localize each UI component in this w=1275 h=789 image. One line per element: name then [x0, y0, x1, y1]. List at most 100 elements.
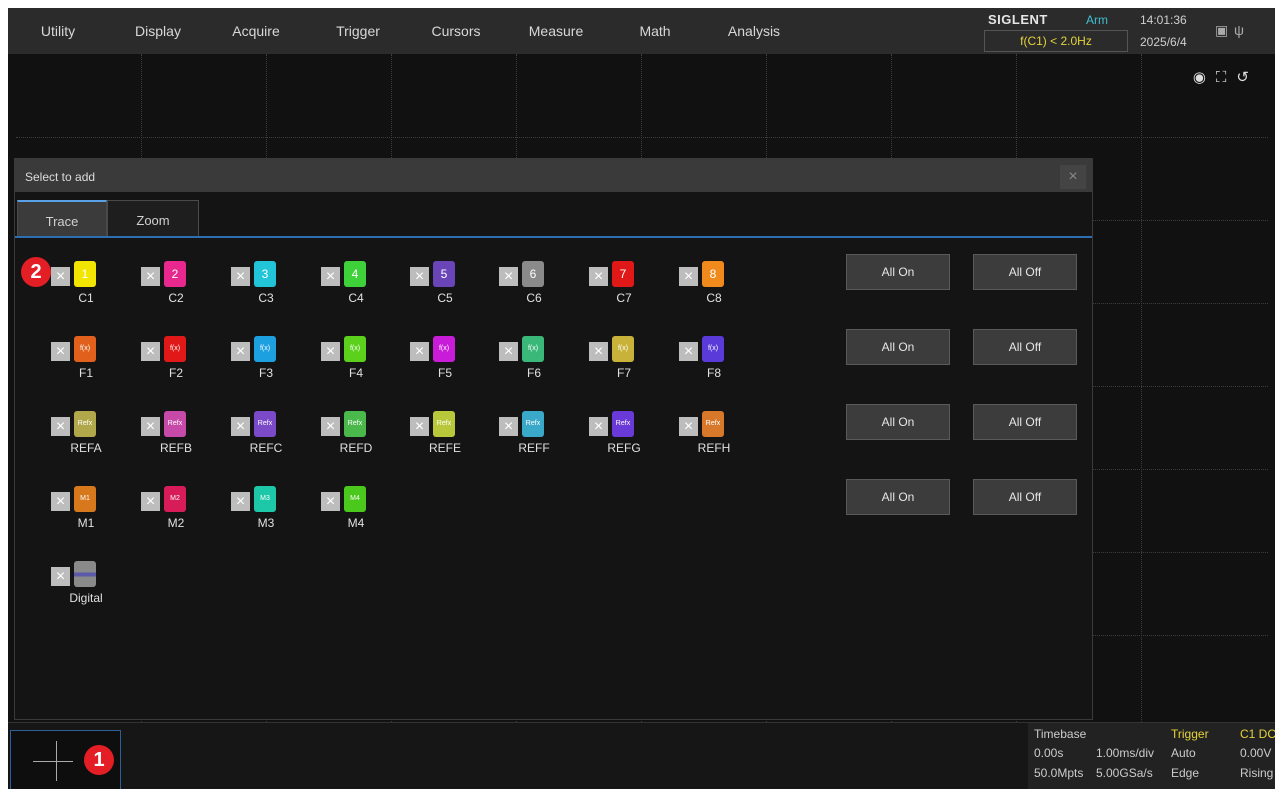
trace-item-f3[interactable]: × f(x) F3	[231, 336, 301, 384]
trace-badge-icon[interactable]: Refx	[344, 411, 366, 437]
trace-item-c7[interactable]: × 7 C7	[589, 261, 659, 309]
all-on-button[interactable]: All On	[846, 479, 950, 515]
trace-badge-icon[interactable]: 5	[433, 261, 455, 287]
trace-badge-icon[interactable]: 1	[74, 261, 96, 287]
all-off-button[interactable]: All Off	[973, 329, 1077, 365]
checkbox[interactable]: ×	[410, 267, 429, 286]
trace-badge-icon[interactable]: 3	[254, 261, 276, 287]
trace-item-m2[interactable]: × M2 M2	[141, 486, 211, 534]
menu-analysis[interactable]: Analysis	[706, 8, 802, 54]
all-off-button[interactable]: All Off	[973, 254, 1077, 290]
checkbox[interactable]: ×	[499, 267, 518, 286]
checkbox[interactable]: ×	[321, 267, 340, 286]
checkbox[interactable]: ×	[589, 417, 608, 436]
trace-badge-icon[interactable]: M1	[74, 486, 96, 512]
trace-item-refb[interactable]: × Refx REFB	[141, 411, 211, 459]
checkbox[interactable]: ×	[679, 267, 698, 286]
trace-item-c4[interactable]: × 4 C4	[321, 261, 391, 309]
trace-badge-icon[interactable]: 6	[522, 261, 544, 287]
trace-badge-icon[interactable]: f(x)	[433, 336, 455, 362]
tab-trace[interactable]: Trace	[17, 200, 107, 236]
trace-badge-icon[interactable]: Refx	[433, 411, 455, 437]
trace-item-f6[interactable]: × f(x) F6	[499, 336, 569, 384]
fullscreen-icon[interactable]: ⛶	[1216, 69, 1237, 86]
trace-item-f4[interactable]: × f(x) F4	[321, 336, 391, 384]
trace-item-c3[interactable]: × 3 C3	[231, 261, 301, 309]
camera-icon[interactable]: ◉	[1193, 69, 1216, 86]
menu-cursors[interactable]: Cursors	[408, 8, 504, 54]
trace-badge-icon[interactable]	[74, 561, 96, 587]
trace-badge-icon[interactable]: Refx	[254, 411, 276, 437]
trace-item-f1[interactable]: × f(x) F1	[51, 336, 121, 384]
checkbox[interactable]: ×	[141, 492, 160, 511]
checkbox[interactable]: ×	[589, 342, 608, 361]
menu-utility[interactable]: Utility	[10, 8, 106, 54]
checkbox[interactable]: ×	[321, 492, 340, 511]
checkbox[interactable]: ×	[51, 492, 70, 511]
trace-item-c8[interactable]: × 8 C8	[679, 261, 749, 309]
trace-badge-icon[interactable]: 2	[164, 261, 186, 287]
trace-item-refc[interactable]: × Refx REFC	[231, 411, 301, 459]
trace-item-refh[interactable]: × Refx REFH	[679, 411, 749, 459]
checkbox[interactable]: ×	[321, 342, 340, 361]
trace-badge-icon[interactable]: f(x)	[522, 336, 544, 362]
trace-item-f2[interactable]: × f(x) F2	[141, 336, 211, 384]
trace-item-c6[interactable]: × 6 C6	[499, 261, 569, 309]
trace-item-m4[interactable]: × M4 M4	[321, 486, 391, 534]
trace-badge-icon[interactable]: Refx	[164, 411, 186, 437]
checkbox[interactable]: ×	[51, 417, 70, 436]
trace-item-f8[interactable]: × f(x) F8	[679, 336, 749, 384]
checkbox[interactable]: ×	[679, 342, 698, 361]
trace-badge-icon[interactable]: f(x)	[344, 336, 366, 362]
trace-badge-icon[interactable]: f(x)	[612, 336, 634, 362]
menu-measure[interactable]: Measure	[508, 8, 604, 54]
checkbox[interactable]: ×	[499, 417, 518, 436]
checkbox[interactable]: ×	[589, 267, 608, 286]
all-on-button[interactable]: All On	[846, 404, 950, 440]
rotate-icon[interactable]: ↺	[1236, 69, 1259, 86]
trace-badge-icon[interactable]: Refx	[702, 411, 724, 437]
trace-badge-icon[interactable]: Refx	[522, 411, 544, 437]
trigger-condition[interactable]: f(C1) < 2.0Hz	[984, 30, 1128, 52]
checkbox[interactable]: ×	[141, 417, 160, 436]
trace-item-f5[interactable]: × f(x) F5	[410, 336, 480, 384]
checkbox[interactable]: ×	[51, 342, 70, 361]
trace-item-c5[interactable]: × 5 C5	[410, 261, 480, 309]
checkbox[interactable]: ×	[321, 417, 340, 436]
all-off-button[interactable]: All Off	[973, 404, 1077, 440]
trace-item-f7[interactable]: × f(x) F7	[589, 336, 659, 384]
trace-badge-icon[interactable]: 4	[344, 261, 366, 287]
menu-acquire[interactable]: Acquire	[208, 8, 304, 54]
tab-zoom[interactable]: Zoom	[107, 200, 199, 236]
trace-badge-icon[interactable]: 7	[612, 261, 634, 287]
trace-badge-icon[interactable]: f(x)	[74, 336, 96, 362]
checkbox[interactable]: ×	[231, 342, 250, 361]
trace-item-refe[interactable]: × Refx REFE	[410, 411, 480, 459]
checkbox[interactable]: ×	[141, 267, 160, 286]
checkbox[interactable]: ×	[51, 567, 70, 586]
checkbox[interactable]: ×	[231, 492, 250, 511]
menu-display[interactable]: Display	[110, 8, 206, 54]
trace-item-refd[interactable]: × Refx REFD	[321, 411, 391, 459]
close-icon[interactable]: ×	[1060, 165, 1086, 189]
trace-badge-icon[interactable]: 8	[702, 261, 724, 287]
menu-trigger[interactable]: Trigger	[310, 8, 406, 54]
trace-item-c1[interactable]: × 1 C1	[51, 261, 121, 309]
checkbox[interactable]: ×	[231, 267, 250, 286]
all-on-button[interactable]: All On	[846, 329, 950, 365]
all-on-button[interactable]: All On	[846, 254, 950, 290]
trace-badge-icon[interactable]: f(x)	[254, 336, 276, 362]
trace-item-refg[interactable]: × Refx REFG	[589, 411, 659, 459]
trace-badge-icon[interactable]: f(x)	[702, 336, 724, 362]
checkbox[interactable]: ×	[231, 417, 250, 436]
trace-badge-icon[interactable]: Refx	[74, 411, 96, 437]
trace-item-digital[interactable]: × Digital	[51, 561, 121, 609]
checkbox[interactable]: ×	[410, 342, 429, 361]
checkbox[interactable]: ×	[51, 267, 70, 286]
trace-badge-icon[interactable]: f(x)	[164, 336, 186, 362]
trace-item-c2[interactable]: × 2 C2	[141, 261, 211, 309]
all-off-button[interactable]: All Off	[973, 479, 1077, 515]
trace-item-m1[interactable]: × M1 M1	[51, 486, 121, 534]
checkbox[interactable]: ×	[141, 342, 160, 361]
trace-badge-icon[interactable]: M3	[254, 486, 276, 512]
